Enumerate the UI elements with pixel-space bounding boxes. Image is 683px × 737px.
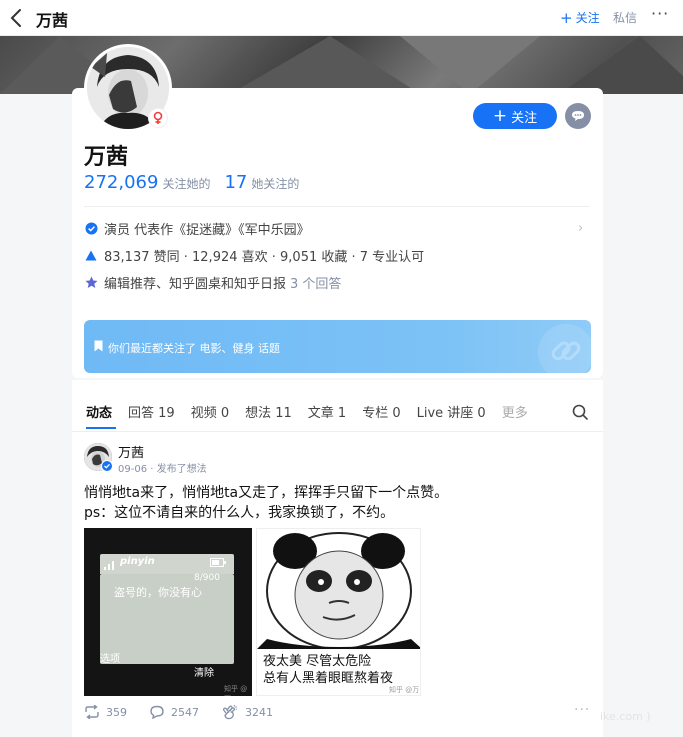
female-icon	[148, 108, 168, 128]
recommend-text: 编辑推荐、知乎圆桌和知乎日报	[104, 276, 287, 292]
phone-softkey-right: 清除	[194, 668, 214, 679]
post-content: 悄悄地ta来了，悄悄地ta又走了，挥挥手只留下一个点赞。 ps：这位不请自来的什…	[84, 483, 584, 523]
applause-count: 3241	[245, 705, 273, 719]
applause-button[interactable]: 3241	[221, 704, 273, 720]
identity-row[interactable]: 演员 代表作《捉迷藏》《军中乐园》	[84, 219, 310, 238]
signal-icon	[104, 561, 114, 570]
phone-softkey-left: 选项	[100, 654, 120, 665]
comment-icon	[150, 705, 164, 719]
post-image-phone[interactable]: pinyin 8/900 盗号的，你没有心 选项 清除 知乎 @万	[84, 528, 252, 696]
meme-caption: 夜太美 尽管太危险 总有人黑着眼眶熬着夜	[263, 653, 393, 687]
achievements-row: 83,137 赞同 · 12,924 喜欢 · 9,051 收藏 · 7 专业认…	[84, 246, 425, 265]
back-arrow-icon[interactable]	[8, 8, 26, 28]
active-tab-indicator	[86, 427, 116, 429]
recommend-answers-link[interactable]: 3 个回答	[290, 273, 341, 292]
input-method-label: pinyin	[120, 556, 155, 567]
plus-icon: +	[560, 8, 573, 27]
interest-text: 你们最近都关注了 电影、健身 话题	[108, 342, 280, 355]
star-icon	[84, 275, 98, 289]
phone-message-text: 盗号的，你没有心	[114, 586, 202, 599]
tab-videos[interactable]: 视频 0	[191, 402, 229, 421]
achievements-text: 83,137 赞同 · 12,924 喜欢 · 9,051 收藏 · 7 专业认…	[104, 249, 425, 265]
recommend-row: 编辑推荐、知乎圆桌和知乎日报 3 个回答	[84, 273, 341, 292]
tab-more[interactable]: 更多	[502, 402, 528, 421]
profile-tabs: 动态 回答 19 视频 0 想法 11 文章 1 专栏 0 Live 讲座 0 …	[86, 402, 544, 421]
divider	[72, 431, 603, 432]
search-icon[interactable]	[572, 404, 588, 420]
char-counter: 8/900	[194, 573, 220, 583]
followers-count[interactable]: 272,069	[84, 172, 158, 193]
profile-name: 万茜	[84, 145, 129, 170]
image-watermark: 知乎 @万茜	[389, 686, 420, 694]
chevron-right-icon[interactable]: ›	[578, 221, 583, 236]
tab-columns[interactable]: 专栏 0	[362, 402, 400, 421]
meme-caption-line-1: 夜太美 尽管太危险	[263, 654, 372, 669]
following-label[interactable]: 她关注的	[251, 175, 299, 192]
verified-check-icon	[84, 221, 98, 235]
tab-activity[interactable]: 动态	[86, 402, 112, 421]
post-line-1: 悄悄地ta来了，悄悄地ta又走了，挥挥手只留下一个点赞。	[84, 485, 449, 501]
repost-count: 359	[106, 705, 127, 719]
meme-caption-line-2: 总有人黑着眼眶熬着夜	[263, 671, 394, 686]
post-actions: 359 2547 3241	[84, 704, 295, 720]
more-options-icon[interactable]: ···	[651, 4, 669, 23]
plus-icon: +	[492, 106, 508, 126]
top-nav-bar: 万茜 + 关注 私信 ···	[0, 0, 683, 36]
applause-icon	[222, 704, 238, 720]
tab-answers[interactable]: 回答 19	[128, 402, 175, 421]
identity-text: 演员 代表作《捉迷藏》《军中乐园》	[104, 222, 310, 238]
corner-watermark: ike.com )	[600, 710, 651, 723]
verified-badge-icon	[101, 460, 113, 472]
post-image-panda-meme[interactable]: 夜太美 尽管太危险 总有人黑着眼眶熬着夜 知乎 @万茜	[256, 528, 421, 696]
post-meta: 09-06 · 发布了想法	[118, 464, 207, 475]
tab-live[interactable]: Live 讲座 0	[417, 402, 486, 421]
divider	[84, 206, 590, 207]
link-icon	[538, 324, 591, 373]
follow-button-label: 关注	[511, 110, 538, 126]
post-line-2: ps：这位不请自来的什么人，我家换锁了，不约。	[84, 505, 395, 521]
repost-button[interactable]: 359	[84, 705, 127, 719]
tab-thoughts[interactable]: 想法 11	[245, 402, 292, 421]
bookmark-icon	[94, 340, 103, 352]
interest-banner[interactable]: 你们最近都关注了 电影、健身 话题	[84, 320, 591, 373]
comment-count: 2547	[171, 705, 199, 719]
battery-icon	[210, 558, 226, 567]
post-author-name[interactable]: 万茜	[118, 442, 144, 461]
image-watermark: 知乎 @万	[224, 685, 248, 696]
message-button[interactable]: 私信	[613, 9, 637, 26]
chat-bubble-icon[interactable]	[565, 103, 591, 129]
top-follow-button[interactable]: + 关注	[560, 9, 600, 26]
followers-label[interactable]: 关注她的	[162, 175, 210, 192]
top-follow-label: 关注	[575, 11, 600, 25]
following-count[interactable]: 17	[224, 172, 247, 193]
upvote-triangle-icon	[84, 248, 98, 262]
comment-button[interactable]: 2547	[149, 705, 199, 719]
tabs-fade	[540, 398, 564, 422]
page-title: 万茜	[36, 11, 69, 30]
follow-stats: 272,069 关注她的 17 她关注的	[84, 172, 299, 193]
post-more-icon[interactable]: ···	[574, 702, 590, 718]
tab-articles[interactable]: 文章 1	[308, 402, 346, 421]
panda-face-illustration	[257, 532, 420, 650]
repost-icon	[85, 705, 99, 719]
follow-button[interactable]: + 关注	[473, 103, 557, 129]
